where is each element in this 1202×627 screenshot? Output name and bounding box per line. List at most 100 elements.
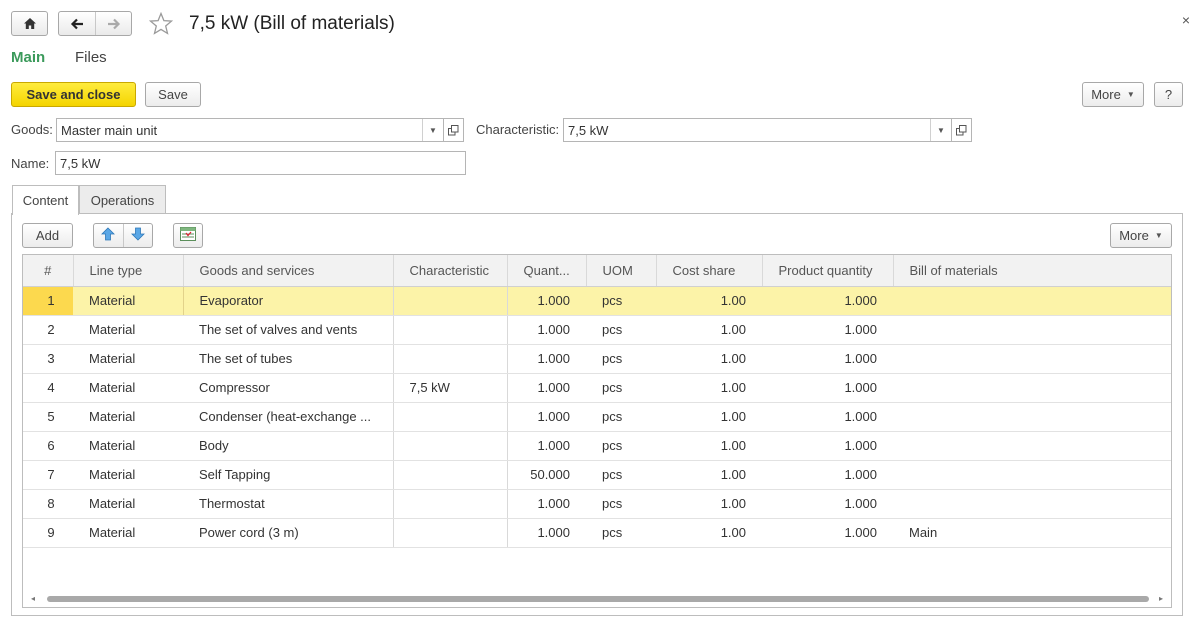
- cell-cost-share[interactable]: 1.00: [656, 402, 762, 432]
- cell-uom[interactable]: pcs: [586, 460, 656, 490]
- cell-bom[interactable]: [893, 460, 1171, 490]
- cell-line-type[interactable]: Material: [73, 489, 183, 519]
- row-number[interactable]: 6: [23, 431, 73, 461]
- save-button[interactable]: Save: [145, 82, 201, 107]
- cell-bom[interactable]: [893, 344, 1171, 374]
- cell-cost-share[interactable]: 1.00: [656, 344, 762, 374]
- cell-line-type[interactable]: Material: [73, 286, 183, 316]
- cell-line-type[interactable]: Material: [73, 315, 183, 345]
- cell-quantity[interactable]: 1.000: [507, 344, 586, 374]
- cell-quantity[interactable]: 1.000: [507, 286, 586, 316]
- cell-quantity[interactable]: 1.000: [507, 315, 586, 345]
- close-icon[interactable]: ×: [1182, 12, 1190, 28]
- cell-uom[interactable]: pcs: [586, 373, 656, 403]
- cell-uom[interactable]: pcs: [586, 286, 656, 316]
- cell-goods[interactable]: Thermostat: [183, 489, 394, 519]
- column-header-goods[interactable]: Goods and services: [183, 255, 394, 287]
- cell-product-quantity[interactable]: 1.000: [762, 489, 893, 519]
- cell-uom[interactable]: pcs: [586, 344, 656, 374]
- cell-product-quantity[interactable]: 1.000: [762, 460, 893, 490]
- row-number[interactable]: 3: [23, 344, 73, 374]
- move-up-button[interactable]: [94, 224, 124, 247]
- column-header-number[interactable]: #: [23, 255, 74, 287]
- cell-cost-share[interactable]: 1.00: [656, 431, 762, 461]
- cell-line-type[interactable]: Material: [73, 460, 183, 490]
- cell-goods[interactable]: The set of tubes: [183, 344, 394, 374]
- cell-cost-share[interactable]: 1.00: [656, 460, 762, 490]
- table-row[interactable]: 2 Material The set of valves and vents 1.00…: [23, 315, 1171, 345]
- cell-line-type[interactable]: Material: [73, 518, 183, 548]
- table-row[interactable]: 7 Material Self Tapping 50.000 pcs 1.00 1.000: [23, 460, 1171, 490]
- cell-bom[interactable]: [893, 489, 1171, 519]
- cell-uom[interactable]: pcs: [586, 489, 656, 519]
- tab-files[interactable]: Files: [75, 49, 107, 66]
- table-row[interactable]: 4 Material Compressor 7,5 kW 1.000 pcs 1.00 1.0…: [23, 373, 1171, 403]
- materials-table[interactable]: # Line type Goods and services Character…: [22, 254, 1172, 608]
- cell-product-quantity[interactable]: 1.000: [762, 344, 893, 374]
- open-icon[interactable]: [444, 118, 464, 142]
- cell-characteristic[interactable]: [393, 431, 508, 461]
- cell-characteristic[interactable]: [393, 518, 508, 548]
- scrollbar-thumb[interactable]: [47, 596, 1149, 602]
- cell-product-quantity[interactable]: 1.000: [762, 402, 893, 432]
- cell-quantity[interactable]: 1.000: [507, 518, 586, 548]
- cell-product-quantity[interactable]: 1.000: [762, 286, 893, 316]
- cell-product-quantity[interactable]: 1.000: [762, 518, 893, 548]
- cell-goods[interactable]: Power cord (3 m): [183, 518, 394, 548]
- row-number[interactable]: 4: [23, 373, 73, 403]
- cell-uom[interactable]: pcs: [586, 315, 656, 345]
- cell-quantity[interactable]: 1.000: [507, 373, 586, 403]
- cell-bom[interactable]: [893, 373, 1171, 403]
- goods-field[interactable]: Master main unit ▼: [56, 118, 444, 142]
- move-down-button[interactable]: [124, 224, 153, 247]
- dropdown-icon[interactable]: ▼: [930, 119, 951, 141]
- cell-product-quantity[interactable]: 1.000: [762, 315, 893, 345]
- cell-product-quantity[interactable]: 1.000: [762, 431, 893, 461]
- scroll-right-icon[interactable]: ▸: [1159, 594, 1163, 603]
- table-row[interactable]: 6 Material Body 1.000 pcs 1.00 1.000: [23, 431, 1171, 461]
- cell-cost-share[interactable]: 1.00: [656, 489, 762, 519]
- column-header-characteristic[interactable]: Characteristic: [393, 255, 508, 287]
- cell-characteristic[interactable]: 7,5 kW: [393, 373, 508, 403]
- row-number[interactable]: 2: [23, 315, 73, 345]
- cell-line-type[interactable]: Material: [73, 373, 183, 403]
- row-number[interactable]: 8: [23, 489, 73, 519]
- column-header-cost-share[interactable]: Cost share: [656, 255, 763, 287]
- horizontal-scrollbar[interactable]: ◂ ▸: [23, 591, 1171, 607]
- cell-goods[interactable]: Body: [183, 431, 394, 461]
- cell-cost-share[interactable]: 1.00: [656, 518, 762, 548]
- cell-bom[interactable]: [893, 315, 1171, 345]
- cell-quantity[interactable]: 50.000: [507, 460, 586, 490]
- home-button[interactable]: [11, 11, 48, 36]
- cell-uom[interactable]: pcs: [586, 402, 656, 432]
- cell-bom[interactable]: [893, 431, 1171, 461]
- tab-operations[interactable]: Operations: [79, 185, 166, 214]
- forward-button[interactable]: [95, 12, 131, 35]
- add-button[interactable]: Add: [22, 223, 73, 248]
- cell-bom[interactable]: [893, 402, 1171, 432]
- name-field[interactable]: 7,5 kW: [55, 151, 466, 175]
- cell-characteristic[interactable]: [393, 286, 508, 316]
- cell-quantity[interactable]: 1.000: [507, 431, 586, 461]
- cell-line-type[interactable]: Material: [73, 402, 183, 432]
- help-button[interactable]: ?: [1154, 82, 1183, 107]
- tab-main[interactable]: Main: [11, 49, 45, 66]
- save-and-close-button[interactable]: Save and close: [11, 82, 136, 107]
- more-button[interactable]: More ▼: [1082, 82, 1144, 107]
- cell-characteristic[interactable]: [393, 315, 508, 345]
- row-number[interactable]: 1: [23, 286, 73, 316]
- table-row[interactable]: 9 Material Power cord (3 m) 1.000 pcs 1.00 1.0…: [23, 518, 1171, 548]
- dropdown-icon[interactable]: ▼: [422, 119, 443, 141]
- table-more-button[interactable]: More ▼: [1110, 223, 1172, 248]
- column-header-uom[interactable]: UOM: [586, 255, 657, 287]
- cell-characteristic[interactable]: [393, 489, 508, 519]
- characteristic-field[interactable]: 7,5 kW ▼: [563, 118, 952, 142]
- cell-goods[interactable]: Self Tapping: [183, 460, 394, 490]
- column-header-bom[interactable]: Bill of materials: [893, 255, 1171, 287]
- cell-uom[interactable]: pcs: [586, 518, 656, 548]
- back-button[interactable]: [59, 12, 95, 35]
- cell-goods[interactable]: Evaporator: [182, 286, 394, 316]
- favorite-star-icon[interactable]: [148, 11, 174, 38]
- cell-goods[interactable]: The set of valves and vents: [183, 315, 394, 345]
- cell-uom[interactable]: pcs: [586, 431, 656, 461]
